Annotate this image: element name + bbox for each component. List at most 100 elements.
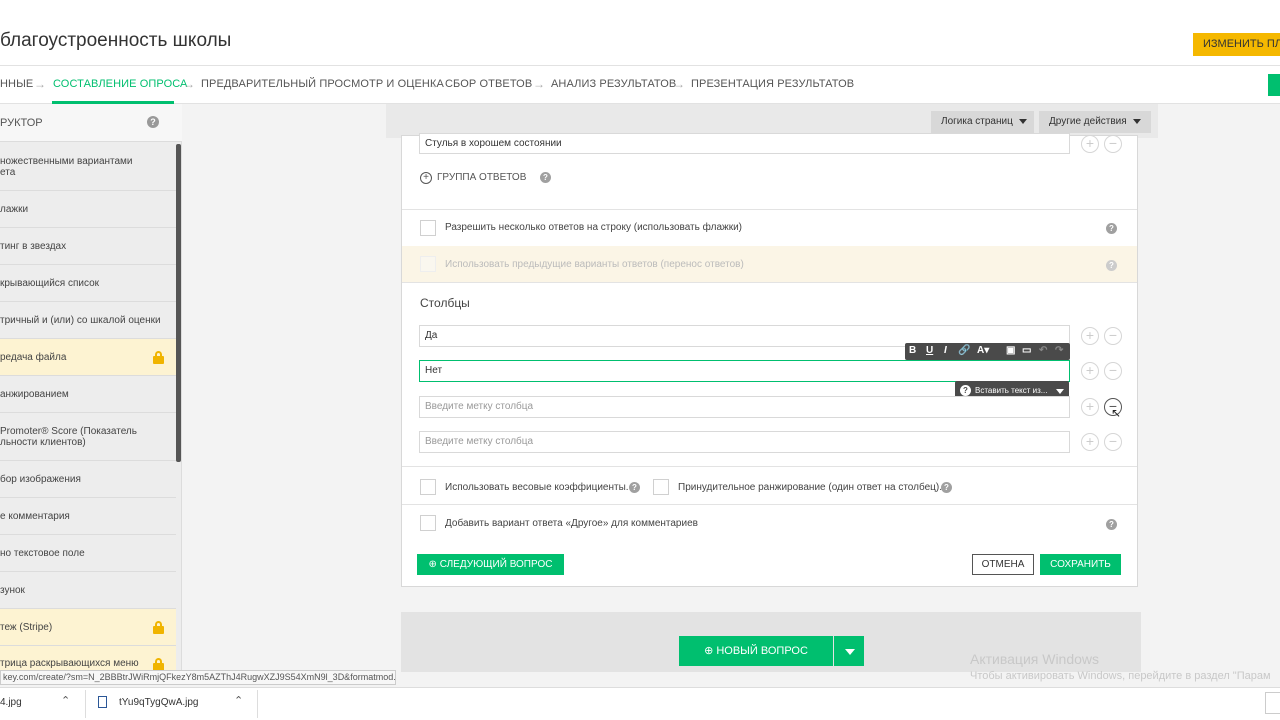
columns-heading: Столбцы xyxy=(420,296,470,310)
column-input-active[interactable]: Нет xyxy=(419,360,1070,382)
other-actions-label: Другие действия xyxy=(1049,116,1127,127)
sidebar-item-comment-box[interactable]: е комментария xyxy=(0,498,176,535)
other-actions-button[interactable]: Другие действия xyxy=(1039,111,1151,133)
sidebar-item-matrix[interactable]: тричный и (или) со шкалой оценки xyxy=(0,302,176,339)
chevron-up-icon[interactable]: ⌃ xyxy=(234,694,243,707)
step-analyze-results[interactable]: АНАЛИЗ РЕЗУЛЬТАТОВ xyxy=(551,78,676,90)
bold-icon[interactable]: B xyxy=(909,345,916,356)
new-question-label: НОВЫЙ ВОПРОС xyxy=(716,645,808,657)
divider xyxy=(85,690,86,718)
windows-activation-title: Активация Windows xyxy=(970,651,1100,667)
upgrade-button[interactable]: ИЗМЕНИТЬ ПЛА xyxy=(1193,33,1280,56)
add-column-icon[interactable]: + xyxy=(1081,327,1099,345)
forced-ranking-checkbox[interactable] xyxy=(653,479,669,495)
new-question-dropdown[interactable] xyxy=(834,636,864,666)
link-icon[interactable]: 🔗 xyxy=(958,345,970,356)
chevron-up-icon[interactable]: ⌃ xyxy=(61,694,70,707)
step-arrow-icon: → xyxy=(673,77,685,91)
sidebar-item-ranking[interactable]: анжированием xyxy=(0,376,176,413)
divider xyxy=(402,504,1137,505)
step-preview-score[interactable]: ПРЕДВАРИТЕЛЬНЫЙ ПРОСМОТР И ОЦЕНКА xyxy=(201,78,444,90)
sidebar-item-label: редача файла xyxy=(0,351,67,363)
add-column-icon[interactable]: + xyxy=(1081,433,1099,451)
allow-multiple-label: Разрешить несколько ответов на строку (и… xyxy=(445,222,743,233)
underline-icon[interactable]: U xyxy=(926,345,933,356)
sidebar-item-label: анжированием xyxy=(0,388,69,400)
help-icon: ? xyxy=(1106,260,1117,271)
sidebar-item-file-upload[interactable]: редача файла xyxy=(0,339,176,376)
sidebar-item-payment[interactable]: теж (Stripe) xyxy=(0,609,176,646)
step-present-results[interactable]: ПРЕЗЕНТАЦИЯ РЕЗУЛЬТАТОВ xyxy=(691,78,854,90)
help-icon[interactable]: ? xyxy=(941,482,952,493)
sidebar-item-checkboxes[interactable]: лажки xyxy=(0,191,176,228)
forced-ranking-label: Принудительное ранжирование (один ответ … xyxy=(678,482,942,493)
image-icon[interactable]: ▣ xyxy=(1006,345,1015,356)
add-column-icon[interactable]: + xyxy=(1081,398,1099,416)
divider xyxy=(402,466,1137,467)
sidebar-item-single-textbox[interactable]: но текстовое поле xyxy=(0,535,176,572)
caret-down-icon xyxy=(1132,118,1141,124)
next-button-edge[interactable] xyxy=(1268,74,1280,96)
font-color-icon[interactable]: A▾ xyxy=(977,345,989,356)
help-icon[interactable]: ? xyxy=(1106,519,1117,530)
add-row-icon[interactable]: + xyxy=(1081,135,1099,153)
rich-text-toolbar: B U I 🔗 A▾ ▣ ▭ ↶ ↷ xyxy=(905,343,1070,360)
sidebar-item-star-rating[interactable]: тинг в звездах xyxy=(0,228,176,265)
answer-group-link[interactable]: ГРУППА ОТВЕТОВ xyxy=(437,172,526,183)
allow-multiple-checkbox[interactable] xyxy=(420,220,436,236)
download-item[interactable]: 4.jpg xyxy=(0,697,22,708)
help-icon[interactable]: ? xyxy=(1106,223,1117,234)
show-all-button[interactable] xyxy=(1265,692,1280,714)
sidebar-item-image-choice[interactable]: бор изображения xyxy=(0,461,176,498)
sidebar-item-label: зунок xyxy=(0,584,25,596)
divider xyxy=(257,690,258,718)
weights-checkbox[interactable] xyxy=(420,479,436,495)
other-option-checkbox[interactable] xyxy=(420,515,436,531)
remove-row-icon[interactable]: − xyxy=(1104,135,1122,153)
step-design-survey[interactable]: СОСТАВЛЕНИЕ ОПРОСА xyxy=(53,78,188,90)
caret-down-icon xyxy=(845,649,855,655)
next-question-button[interactable]: ⊕ СЛЕДУЮЩИЙ ВОПРОС xyxy=(417,554,564,575)
sidebar-item-label: е комментария xyxy=(0,510,70,522)
italic-icon[interactable]: I xyxy=(944,345,947,356)
add-group-icon: + xyxy=(420,172,432,184)
remove-column-icon[interactable]: − xyxy=(1104,327,1122,345)
step-collect-responses[interactable]: СБОР ОТВЕТОВ xyxy=(445,78,532,90)
divider xyxy=(402,282,1137,283)
step-arrow-icon: → xyxy=(533,77,545,91)
sidebar-title[interactable]: РУКТОР xyxy=(0,117,43,129)
video-icon[interactable]: ▭ xyxy=(1022,345,1031,356)
sidebar-item-label: бор изображения xyxy=(0,473,81,485)
add-column-icon[interactable]: + xyxy=(1081,362,1099,380)
row-input[interactable]: Стулья в хорошем состоянии xyxy=(419,133,1070,154)
sidebar-item-dropdown[interactable]: крывающийся список xyxy=(0,265,176,302)
undo-icon[interactable]: ↶ xyxy=(1039,345,1047,356)
help-icon[interactable]: ? xyxy=(540,172,551,183)
windows-activation-text: Чтобы активировать Windows, перейдите в … xyxy=(970,670,1271,682)
column-input[interactable]: Введите метку столбца xyxy=(419,431,1070,453)
sidebar-item-label: Promoter® Score (Показатель льности клие… xyxy=(0,425,137,448)
status-url: key.com/create/?sm=N_2BBBtrJWiRmjQFkezY8… xyxy=(0,670,396,685)
lock-icon xyxy=(153,621,164,634)
new-question-button[interactable]: ⊕ НОВЫЙ ВОПРОС xyxy=(679,636,833,666)
survey-title[interactable]: благоустроенность школы xyxy=(0,30,231,52)
download-item[interactable]: tYu9qTygQwA.jpg xyxy=(119,697,199,708)
plus-circle-icon: ⊕ xyxy=(428,559,440,570)
redo-icon[interactable]: ↷ xyxy=(1055,345,1063,356)
sidebar-item-slider[interactable]: зунок xyxy=(0,572,176,609)
column-input[interactable]: Введите метку столбца xyxy=(419,396,1070,418)
sidebar-scrollbar[interactable] xyxy=(176,144,181,462)
help-icon[interactable]: ? xyxy=(147,116,159,128)
carry-forward-checkbox xyxy=(420,256,436,272)
cancel-button[interactable]: ОТМЕНА xyxy=(972,554,1034,575)
save-button[interactable]: СОХРАНИТЬ xyxy=(1040,554,1121,575)
page-logic-button[interactable]: Логика страниц xyxy=(931,111,1034,133)
remove-column-icon[interactable]: − xyxy=(1104,433,1122,451)
step-summary[interactable]: ННЫЕ xyxy=(0,78,33,90)
help-icon[interactable]: ? xyxy=(629,482,640,493)
page-logic-label: Логика страниц xyxy=(941,116,1013,127)
sidebar-item-multiple-choice[interactable]: ножественными вариантами ета xyxy=(0,143,176,191)
remove-column-icon[interactable]: − xyxy=(1104,362,1122,380)
other-option-label: Добавить вариант ответа «Другое» для ком… xyxy=(445,518,698,529)
sidebar-item-nps[interactable]: Promoter® Score (Показатель льности клие… xyxy=(0,413,176,461)
